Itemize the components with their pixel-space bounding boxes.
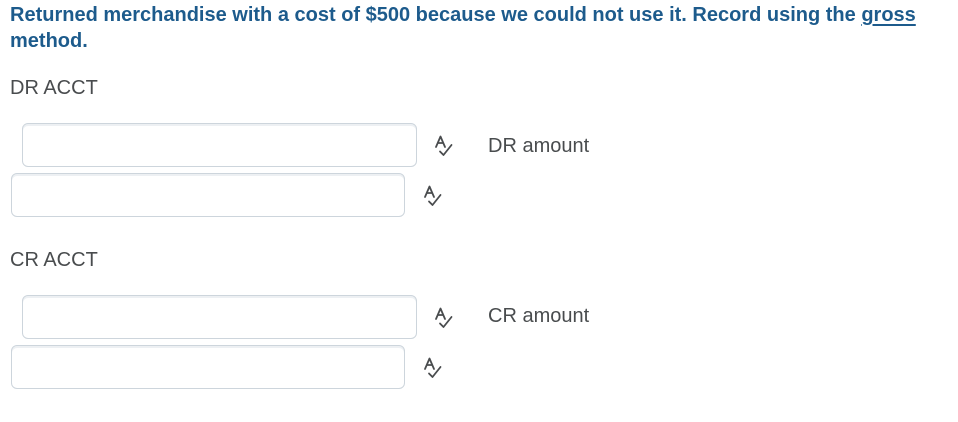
spellcheck-icon[interactable] [433, 134, 457, 158]
cr-amount-label: CR amount [488, 305, 590, 327]
dr-amount-label: DR amount [488, 135, 590, 157]
cr-acct-label: CR ACCT [10, 249, 98, 271]
dr-acct-label: DR ACCT [10, 77, 98, 99]
dr-amount-input[interactable] [11, 173, 405, 217]
question-text: Returned merchandise with a cost of $500… [10, 2, 950, 54]
dr-account-input[interactable] [22, 123, 417, 167]
question-text-start: Returned merchandise with a cost of $500… [10, 4, 862, 26]
cr-account-input[interactable] [22, 295, 417, 339]
spellcheck-icon[interactable] [422, 184, 446, 208]
spellcheck-icon[interactable] [433, 306, 457, 330]
gross-link[interactable]: gross [861, 4, 915, 26]
spellcheck-icon[interactable] [422, 356, 446, 380]
cr-amount-input[interactable] [11, 345, 405, 389]
question-text-end: method. [10, 30, 88, 52]
